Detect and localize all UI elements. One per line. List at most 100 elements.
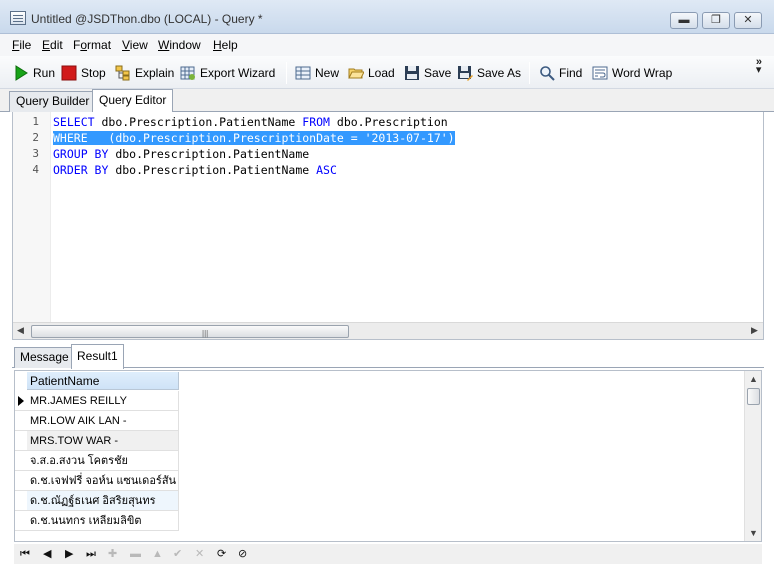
menu-view[interactable]: View (122, 38, 148, 52)
selection-highlight: WHERE (dbo.Prescription.PrescriptionDate… (53, 131, 455, 145)
maximize-button[interactable]: ❐ (702, 12, 730, 29)
menu-view-mnemonic: V (122, 38, 130, 52)
menu-help[interactable]: Help (213, 38, 238, 52)
refresh-icon[interactable]: ⟳ (217, 547, 226, 561)
menu-edit[interactable]: Edit (42, 38, 63, 52)
next-record-icon[interactable]: ▶ (65, 547, 73, 561)
menu-file[interactable]: File (12, 38, 31, 52)
code-line[interactable]: ORDER BY dbo.Prescription.PatientName AS… (53, 162, 337, 178)
load-label: Load (368, 66, 395, 80)
cancel-edit-icon[interactable]: ✕ (195, 547, 204, 561)
prior-record-icon[interactable]: ◀ (43, 547, 51, 561)
explain-label: Explain (135, 66, 175, 80)
menu-help-label: elp (221, 38, 238, 52)
minimize-button[interactable]: ▬ (670, 12, 698, 29)
sql-keyword: ORDER BY (53, 163, 109, 177)
tab-message[interactable]: Message (14, 347, 75, 368)
insert-record-icon[interactable]: ✚ (108, 547, 117, 561)
load-button[interactable]: Load (348, 64, 395, 82)
explain-tree-icon (115, 65, 130, 81)
floppy-disk-icon (405, 66, 419, 80)
explain-button[interactable]: Explain (115, 64, 174, 82)
tab-result1[interactable]: Result1 (71, 344, 124, 369)
row-indicator[interactable] (15, 491, 27, 511)
menu-format[interactable]: Format (73, 38, 111, 52)
sql-keyword: WHERE (53, 131, 88, 145)
sql-keyword: ASC (316, 163, 337, 177)
scroll-left-arrow-icon[interactable]: ◀ (17, 325, 24, 336)
title-bar: Untitled @JSDThon.dbo (LOCAL) - Query * … (0, 0, 774, 34)
word-wrap-button[interactable]: Word Wrap (592, 64, 672, 82)
export-wizard-label: Export Wizard (200, 66, 276, 80)
table-app-icon (10, 11, 26, 25)
export-wizard-button[interactable]: Export Wizard (180, 64, 275, 82)
table-row[interactable]: MRS.TOW WAR - (27, 431, 179, 451)
table-row[interactable]: MR.LOW AIK LAN - (27, 411, 179, 431)
sql-text: ) (447, 131, 455, 145)
menu-window-label: indow (169, 38, 201, 52)
line-number: 1 (32, 115, 39, 128)
find-button[interactable]: Find (539, 64, 582, 82)
post-edit-icon[interactable]: ✔ (173, 547, 182, 561)
delete-record-icon[interactable]: ▬ (130, 547, 141, 561)
close-button[interactable]: ✕ (734, 12, 762, 29)
grid-vertical-scrollbar[interactable]: ▲ ▼ (744, 371, 761, 541)
save-button[interactable]: Save (404, 64, 451, 82)
menu-edit-label: dit (50, 38, 63, 52)
stop-label: Stop (81, 66, 106, 80)
result-grid[interactable]: PatientName MR.JAMES REILLY MR.LOW AIK L… (14, 370, 762, 542)
table-row[interactable]: ด.ช.ณัฏฐ์ธเนศ อิสริยสุนทร (27, 491, 179, 511)
row-indicator[interactable] (15, 411, 27, 431)
menu-window[interactable]: Window (158, 38, 201, 52)
menu-window-mnemonic: W (158, 38, 170, 52)
last-record-icon[interactable]: ⏭ (86, 547, 96, 561)
scrollbar-thumb[interactable] (747, 388, 760, 405)
table-row[interactable]: ด.ช.นนทกร เหลียมลิขิต (27, 511, 179, 531)
new-button[interactable]: New (295, 64, 339, 82)
sql-text: dbo.Prescription (329, 115, 448, 129)
menu-bar: File Edit Format View Window Help (0, 34, 774, 56)
record-navigator: ⏮ ◀ ▶ ⏭ ✚ ▬ ▲ ✔ ✕ ⟳ ⊘ (14, 544, 762, 564)
sql-keyword: FROM (302, 115, 330, 129)
table-row[interactable]: ด.ช.เจฟฟรี่ จอห์น แซนเดอร์สัน (27, 471, 179, 491)
code-line-selected[interactable]: WHERE (dbo.Prescription.PrescriptionDate… (53, 130, 455, 146)
row-indicator[interactable] (15, 431, 27, 451)
scroll-right-arrow-icon[interactable]: ▶ (751, 325, 758, 336)
toolbar-separator (286, 62, 287, 84)
code-line[interactable]: SELECT dbo.Prescription.PatientName FROM… (53, 114, 448, 130)
line-number-gutter: 1 2 3 4 (13, 112, 51, 322)
editor-horizontal-scrollbar[interactable]: ◀ ||| ▶ (13, 322, 763, 339)
save-as-button[interactable]: Save As (457, 64, 521, 82)
scroll-down-arrow-icon[interactable]: ▼ (749, 528, 758, 538)
row-indicator[interactable] (15, 451, 27, 471)
stop-query-icon[interactable]: ⊘ (238, 547, 247, 561)
edit-record-icon[interactable]: ▲ (152, 547, 163, 561)
sql-editor[interactable]: 1 2 3 4 SELECT dbo.Prescription.PatientN… (12, 112, 764, 340)
tab-query-builder[interactable]: Query Builder (9, 91, 97, 112)
play-icon (15, 65, 28, 81)
toolbar-overflow-chevron-icon[interactable]: » ▾ (756, 57, 762, 76)
magnifier-icon (540, 66, 555, 81)
table-row[interactable]: MR.JAMES REILLY (27, 391, 179, 411)
sql-string: '2013-07-17' (364, 131, 448, 145)
column-header-patientname[interactable]: PatientName (27, 372, 179, 390)
code-line[interactable]: GROUP BY dbo.Prescription.PatientName (53, 146, 309, 162)
stop-button[interactable]: Stop (61, 64, 106, 82)
save-as-label: Save As (477, 66, 522, 80)
table-row[interactable]: จ.ส.อ.สงวน โคตรชัย (27, 451, 179, 471)
word-wrap-icon (592, 66, 608, 80)
row-indicator[interactable] (15, 511, 27, 531)
first-record-icon[interactable]: ⏮ (20, 547, 30, 561)
tab-query-editor[interactable]: Query Editor (92, 89, 174, 112)
save-label: Save (424, 66, 452, 80)
current-row-indicator-icon[interactable] (15, 391, 27, 411)
sql-keyword: GROUP BY (53, 147, 109, 161)
menu-file-label: ile (19, 38, 32, 52)
scroll-up-arrow-icon[interactable]: ▲ (749, 374, 758, 384)
menu-format-label: rmat (87, 38, 112, 52)
scrollbar-thumb[interactable]: ||| (31, 325, 349, 338)
row-indicator[interactable] (15, 471, 27, 491)
sql-keyword: SELECT (53, 115, 95, 129)
toolbar-separator (529, 62, 530, 84)
run-button[interactable]: Run (13, 64, 55, 82)
